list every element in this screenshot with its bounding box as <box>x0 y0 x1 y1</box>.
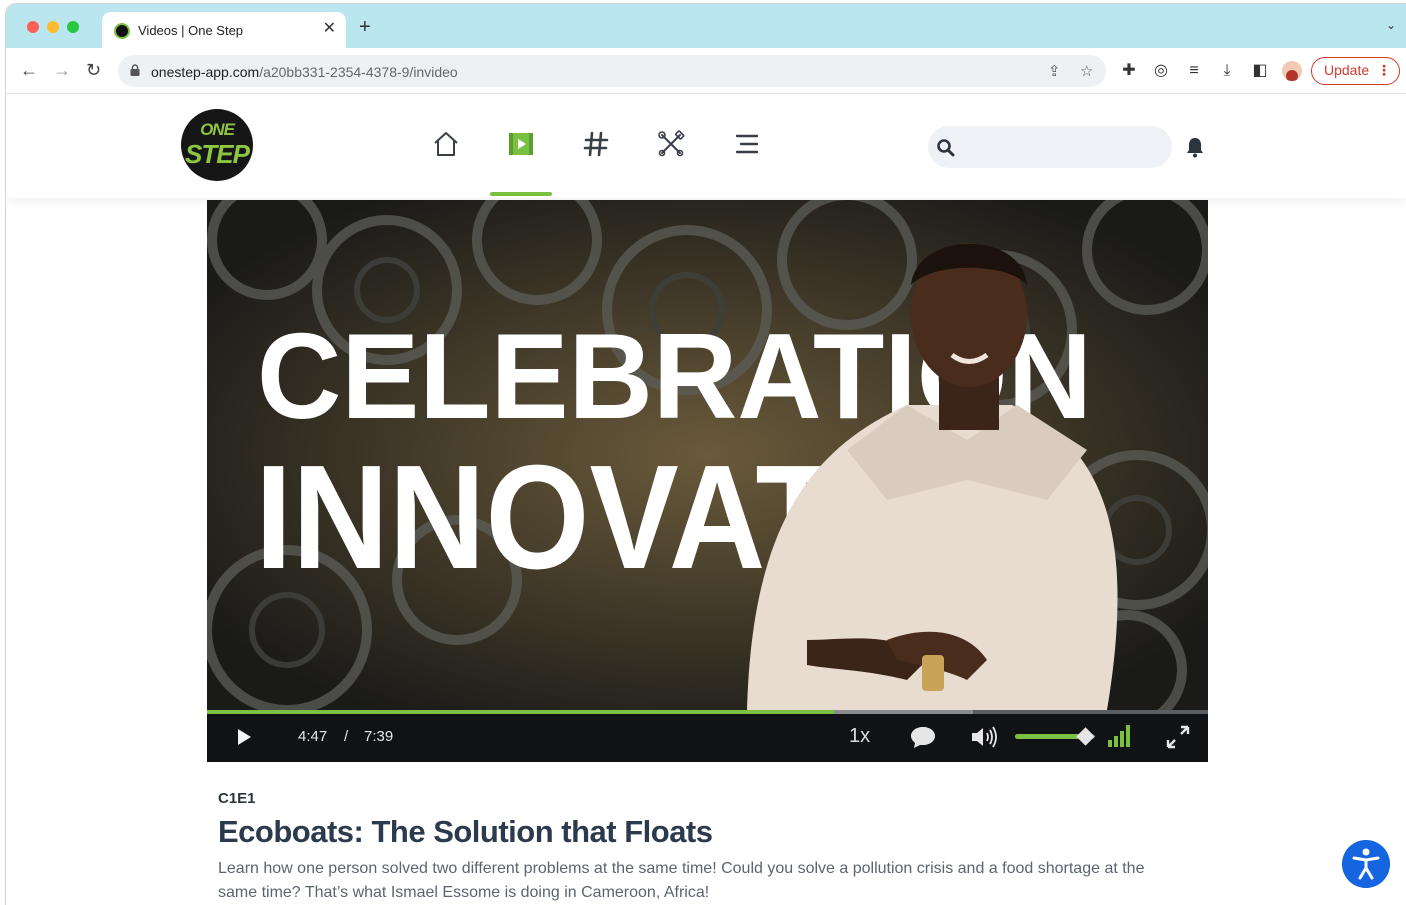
time-separator: / <box>344 728 349 745</box>
bookmark-star-icon[interactable]: ☆ <box>1080 62 1093 80</box>
browser-window: Videos | One Step ✕ + ⌄ ← → ↻ onestep-ap… <box>6 4 1406 905</box>
menu-lines-icon <box>735 134 759 154</box>
download-icon[interactable]: ⤓ <box>1217 61 1237 81</box>
url-text: onestep-app.com/a20bb331-2354-4378-9/inv… <box>151 64 458 80</box>
reading-list-icon[interactable]: ≡ <box>1184 61 1204 81</box>
volume-handle[interactable] <box>1076 727 1096 746</box>
close-tab-icon[interactable]: ✕ <box>323 20 336 38</box>
progress-bar[interactable] <box>207 710 1208 714</box>
video-play-icon <box>509 133 533 155</box>
profile-avatar[interactable] <box>1282 61 1302 81</box>
fullscreen-icon[interactable] <box>1165 724 1191 750</box>
address-bar[interactable]: onestep-app.com/a20bb331-2354-4378-9/inv… <box>118 55 1106 87</box>
tab-strip: Videos | One Step ✕ + ⌄ <box>6 4 1406 48</box>
search-icon <box>937 139 955 157</box>
forward-arrow-icon[interactable]: → <box>53 60 71 80</box>
browser-toolbar: ← → ↻ onestep-app.com/a20bb331-2354-4378… <box>6 48 1406 94</box>
more-menu-icon[interactable]: ⋮ <box>1377 58 1391 83</box>
hashtag-icon <box>583 131 609 157</box>
playback-speed-button[interactable]: 1x <box>849 725 870 748</box>
duration: 7:39 <box>364 728 394 745</box>
tools-icon <box>658 130 685 157</box>
video-player[interactable]: CELEBRATION INNOVATION 4:47 / 7:39 1x <box>207 200 1208 762</box>
captions-speech-bubble-icon[interactable] <box>910 725 936 749</box>
new-tab-icon[interactable]: + <box>359 17 371 37</box>
back-arrow-icon[interactable]: ← <box>20 60 38 80</box>
nav-videos[interactable] <box>501 124 541 164</box>
logo-line-2: STEP <box>185 139 250 169</box>
episode-title: Ecoboats: The Solution that Floats <box>218 814 713 849</box>
volume-fill <box>1015 734 1086 739</box>
video-frame[interactable]: CELEBRATION INNOVATION <box>207 200 1208 710</box>
nav-hashtags[interactable] <box>576 124 616 164</box>
minimize-window-button[interactable] <box>47 21 59 33</box>
lock-icon <box>130 64 140 76</box>
extension-icon[interactable]: ◎ <box>1151 61 1171 81</box>
side-panel-icon[interactable]: ◧ <box>1250 61 1270 81</box>
logo-line-1: ONE <box>200 120 235 139</box>
reload-icon[interactable]: ↻ <box>86 60 101 80</box>
active-nav-indicator <box>490 192 552 196</box>
accessibility-icon[interactable] <box>1342 840 1390 888</box>
close-window-button[interactable] <box>27 21 39 33</box>
progress-fill <box>207 710 834 714</box>
maximize-window-button[interactable] <box>67 21 79 33</box>
app-header: ONE STEP <box>6 94 1406 198</box>
tab-search-chevron-icon[interactable]: ⌄ <box>1386 18 1396 32</box>
one-step-logo[interactable]: ONE STEP <box>181 109 253 181</box>
quality-signal-bars-icon[interactable] <box>1107 724 1133 748</box>
extensions-puzzle-icon[interactable]: ✚ <box>1119 61 1139 81</box>
nav-home[interactable] <box>426 124 466 164</box>
tab-title: Videos | One Step <box>138 23 244 38</box>
search-box <box>928 126 1172 168</box>
update-label: Update <box>1324 62 1370 78</box>
volume-speaker-icon[interactable] <box>970 725 998 749</box>
volume-slider[interactable] <box>1015 727 1096 746</box>
search-input[interactable] <box>968 132 1163 162</box>
update-button[interactable]: Update ⋮ <box>1311 57 1400 85</box>
share-icon[interactable]: ⇪ <box>1048 62 1061 80</box>
episode-code: C1E1 <box>218 790 256 807</box>
nav-menu[interactable] <box>727 124 767 164</box>
episode-description: Learn how one person solved two differen… <box>218 860 1145 901</box>
nav-tools[interactable] <box>651 124 691 164</box>
notification-bell-icon[interactable] <box>1184 136 1206 158</box>
site-favicon-icon <box>114 23 130 39</box>
current-time: 4:47 <box>298 728 328 745</box>
browser-tab-videos[interactable]: Videos | One Step ✕ <box>102 12 346 48</box>
video-controls: 4:47 / 7:39 1x <box>207 710 1208 762</box>
home-icon <box>434 132 458 156</box>
play-icon[interactable] <box>235 728 253 746</box>
